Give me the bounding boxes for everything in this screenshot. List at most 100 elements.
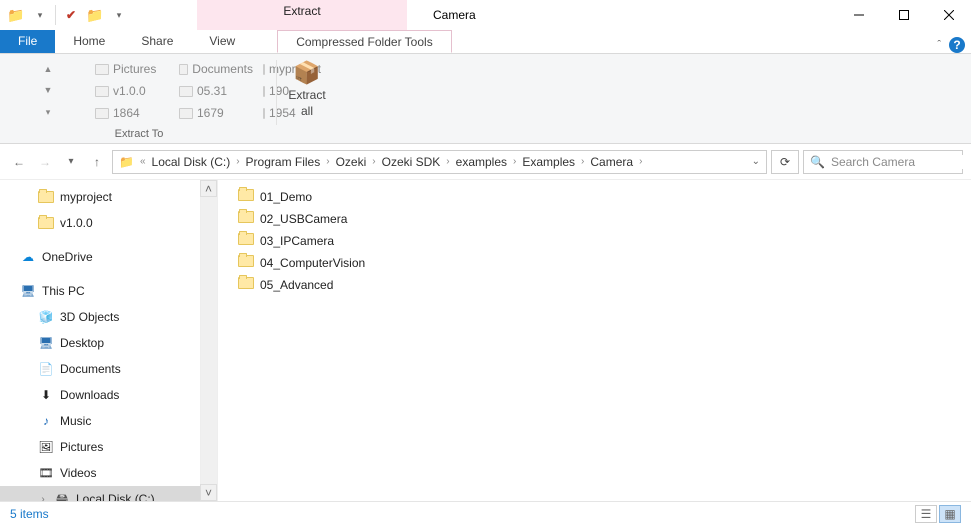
tab-compressed-folder-tools[interactable]: Compressed Folder Tools [277,30,452,53]
tab-share[interactable]: Share [123,30,191,53]
file-item[interactable]: 03_IPCamera [222,230,967,252]
item-count: 5 items [10,507,49,521]
search-box[interactable]: 🔍 [803,150,963,174]
tab-file[interactable]: File [0,30,55,53]
tree-scroll-down[interactable]: ˅ [200,484,217,501]
tree-local-disk-c[interactable]: ›🖴Local Disk (C:) [0,486,217,501]
qat-properties[interactable]: ✔ [60,4,82,26]
view-large-icons-button[interactable]: ▦ [939,505,961,523]
checkmark-icon: ✔ [66,8,76,22]
window-controls [836,0,971,30]
ribbon: Pictures Documents myproject ▲▼▾ v1.0.0 … [0,54,971,144]
minimize-button[interactable] [836,0,881,29]
tree-documents[interactable]: 📄Documents [0,356,217,382]
tree-scroll-up[interactable]: ˄ [200,180,217,197]
extract-gallery-scroll[interactable]: ▲▼▾ [6,58,90,124]
tree-label: This PC [42,284,85,298]
file-item[interactable]: 05_Advanced [222,274,967,296]
chevron-right-icon[interactable]: › [234,156,241,167]
extract-dest-190[interactable]: 190 [258,80,272,102]
breadcrumb-root[interactable]: 📁 [115,155,138,169]
search-input[interactable] [831,155,971,169]
qat-dropdown[interactable]: ▾ [29,4,51,26]
tree-onedrive[interactable]: ☁OneDrive [0,244,217,270]
tab-home[interactable]: Home [55,30,123,53]
extract-dest-pictures[interactable]: Pictures [90,58,174,80]
chevron-right-icon[interactable]: › [511,156,518,167]
close-button[interactable] [926,0,971,29]
folder-icon [95,86,109,97]
dest-label: Pictures [113,62,156,76]
breadcrumb-label: Local Disk (C:) [148,155,235,169]
breadcrumb-overflow[interactable]: « [138,156,148,167]
folder-icon [95,108,109,119]
collapse-ribbon-button[interactable]: ˆ [937,39,941,51]
tree-desktop[interactable]: 🖥Desktop [0,330,217,356]
view-details-button[interactable]: ☰ [915,505,937,523]
extract-dest-v100[interactable]: v1.0.0 [90,80,174,102]
qat-new-folder[interactable]: 📁 [84,4,106,26]
status-bar: 5 items ☰ ▦ [0,501,971,525]
extract-dest-0531[interactable]: 05.31 [174,80,258,102]
title-bar: 📁 ▾ ✔ 📁 ▾ Extract Camera [0,0,971,30]
breadcrumb-segment[interactable]: Ozeki SDK› [378,155,452,169]
chevron-right-icon[interactable]: › [637,156,644,167]
tree-label: Local Disk (C:) [76,492,155,501]
tree-pictures[interactable]: 🖼Pictures [0,434,217,460]
back-button[interactable]: ← [8,151,30,173]
window-title: Camera [407,0,836,30]
breadcrumb-segment[interactable]: examples› [452,155,519,169]
file-item[interactable]: 02_USBCamera [222,208,967,230]
tree-pinned-item[interactable]: myproject [0,184,217,210]
tree-3d-objects[interactable]: 🧊3D Objects [0,304,217,330]
address-dropdown[interactable]: ⌄ [748,156,764,167]
breadcrumb-segment[interactable]: Camera› [586,155,644,169]
help-button[interactable]: ? [949,37,965,53]
chevron-right-icon[interactable]: › [324,156,331,167]
recent-locations-button[interactable]: ▾ [60,151,82,173]
address-bar[interactable]: 📁 « Local Disk (C:)› Program Files› Ozek… [112,150,767,174]
forward-button[interactable]: → [34,151,56,173]
expand-icon[interactable]: › [38,494,48,502]
tree-music[interactable]: ♪Music [0,408,217,434]
extract-dest-documents[interactable]: Documents [174,58,258,80]
file-item[interactable]: 01_Demo [222,186,967,208]
qat-customize[interactable]: ▾ [108,4,130,26]
folder-icon: 📁 [119,155,134,169]
search-icon: 🔍 [810,155,825,169]
tree-pinned-item[interactable]: v1.0.0 [0,210,217,236]
extract-dest-1679[interactable]: 1679 [174,102,258,124]
up-button[interactable]: ↑ [86,151,108,173]
maximize-button[interactable] [881,0,926,29]
tab-view[interactable]: View [191,30,253,53]
breadcrumb-segment[interactable]: Examples› [518,155,586,169]
tree-label: Desktop [60,336,104,350]
file-item[interactable]: 04_ComputerVision [222,252,967,274]
tree-videos[interactable]: 🎞Videos [0,460,217,486]
breadcrumb-segment[interactable]: Local Disk (C:)› [148,155,242,169]
chevron-right-icon[interactable]: › [370,156,377,167]
documents-icon: 📄 [38,361,54,377]
music-icon: ♪ [38,413,54,429]
extract-dest-1864[interactable]: 1864 [90,102,174,124]
refresh-button[interactable]: ⟳ [771,150,799,174]
tree-downloads[interactable]: ⬇Downloads [0,382,217,408]
chevron-right-icon[interactable]: › [579,156,586,167]
chevron-down-icon: ▼ [44,85,53,95]
breadcrumb-segment[interactable]: Ozeki› [332,155,378,169]
tree-label: Downloads [60,388,119,402]
breadcrumb-segment[interactable]: Program Files› [242,155,332,169]
file-name: 05_Advanced [260,278,333,292]
folder-icon [238,255,254,271]
extract-dest-1954[interactable]: 1954 [258,102,272,124]
ribbon-group-label: Extract To [6,128,272,140]
breadcrumb-label: Ozeki SDK [378,155,445,169]
app-icon[interactable]: 📁 [5,4,27,26]
folder-icon [238,189,254,205]
chevron-right-icon[interactable]: › [444,156,451,167]
extract-all-button[interactable]: 📦 Extract all [281,58,333,143]
extract-dest-myproject[interactable]: myproject [258,58,272,80]
tree-scrollbar[interactable] [200,197,217,484]
chevron-up-icon: ˄ [205,182,212,196]
tree-this-pc[interactable]: 🖥This PC [0,278,217,304]
